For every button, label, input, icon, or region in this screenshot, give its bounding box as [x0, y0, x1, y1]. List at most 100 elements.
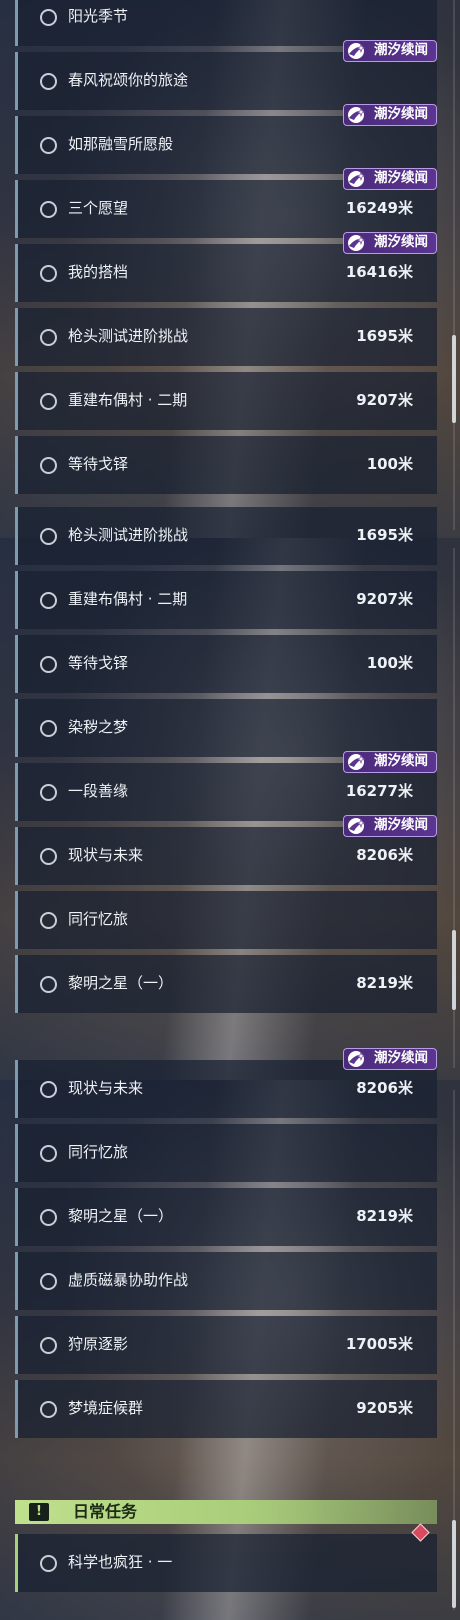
quest-distance: 16416米 [345, 263, 413, 281]
quest-name: 现状与未来 [68, 846, 144, 864]
tidal-sparkle-icon [348, 754, 366, 770]
quest-row[interactable]: 枪头测试进阶挑战 1695米 [15, 308, 437, 366]
quest-row[interactable]: 狩原逐影 17005米 [15, 1316, 437, 1374]
quest-row[interactable]: 同行忆旅 [15, 891, 437, 949]
quest-row[interactable]: 我的搭档 16416米 潮汐续闻 [15, 232, 437, 302]
badge-label: 潮汐续闻 [374, 1050, 428, 1066]
status-circle-icon [40, 976, 57, 993]
tidal-sparkle-icon [348, 171, 366, 187]
quest-distance: 8206米 [356, 846, 413, 864]
quest-row[interactable]: 现状与未来 8206米 潮汐续闻 [15, 1048, 437, 1118]
quest-row[interactable]: 梦境症候群 9205米 [15, 1380, 437, 1438]
tidal-event-badge: 潮汐续闻 [343, 1048, 437, 1070]
badge-label: 潮汐续闻 [374, 106, 428, 122]
quest-row[interactable]: 等待戈铎 100米 [15, 436, 437, 494]
quest-distance: 16277米 [345, 782, 413, 800]
quest-row[interactable]: 一段善缘 16277米 潮汐续闻 [15, 751, 437, 821]
row-accent-bar [15, 0, 18, 46]
row-accent-bar [15, 507, 18, 565]
scrollbar-thumb[interactable] [452, 930, 456, 1010]
tidal-event-badge: 潮汐续闻 [343, 104, 437, 126]
exclamation-icon: ! [29, 1503, 49, 1521]
status-circle-icon [40, 265, 57, 282]
quest-name: 黎明之星（一） [68, 1207, 174, 1225]
status-circle-icon [40, 848, 57, 865]
status-circle-icon [40, 137, 57, 154]
status-circle-icon [40, 656, 57, 673]
badge-label: 潮汐续闻 [374, 234, 428, 250]
quest-row[interactable]: 等待戈铎 100米 [15, 635, 437, 693]
row-accent-bar [15, 955, 18, 1013]
status-circle-icon [40, 720, 57, 737]
scrollbar-track[interactable] [453, 0, 455, 530]
quest-name: 重建布偶村 · 二期 [68, 590, 188, 608]
status-circle-icon [40, 1081, 57, 1098]
status-circle-icon [40, 784, 57, 801]
quest-row[interactable]: 同行忆旅 [15, 1124, 437, 1182]
quest-distance: 1695米 [356, 327, 413, 345]
quest-distance: 100米 [366, 455, 413, 473]
scrollbar-thumb[interactable] [452, 335, 456, 423]
quest-distance: 100米 [366, 654, 413, 672]
quest-row[interactable]: 枪头测试进阶挑战 1695米 [15, 507, 437, 565]
row-accent-bar [15, 1252, 18, 1310]
quest-distance: 9205米 [356, 1399, 413, 1417]
quest-distance: 16249米 [345, 199, 413, 217]
tidal-sparkle-icon [348, 235, 366, 251]
quest-row[interactable]: 重建布偶村 · 二期 9207米 [15, 372, 437, 430]
quest-row[interactable]: 如那融雪所愿般 潮汐续闻 [15, 104, 437, 174]
scrollbar-thumb[interactable] [452, 1520, 456, 1608]
status-circle-icon [40, 73, 57, 90]
status-circle-icon [40, 1273, 57, 1290]
row-accent-bar [15, 891, 18, 949]
quest-row[interactable]: 春风祝颂你的旅途 潮汐续闻 [15, 40, 437, 110]
quest-name: 枪头测试进阶挑战 [68, 327, 189, 345]
quest-name: 等待戈铎 [68, 455, 129, 473]
quest-row[interactable]: 虚质磁暴协助作战 [15, 1252, 437, 1310]
tidal-sparkle-icon [348, 43, 366, 59]
row-accent-bar [15, 827, 18, 885]
quest-name: 一段善缘 [68, 782, 129, 800]
quest-row[interactable]: 重建布偶村 · 二期 9207米 [15, 571, 437, 629]
badge-label: 潮汐续闻 [374, 753, 428, 769]
quest-row[interactable]: 黎明之星（一） 8219米 [15, 955, 437, 1013]
status-circle-icon [40, 329, 57, 346]
quest-name: 同行忆旅 [68, 1143, 129, 1161]
quest-row[interactable]: 染秽之梦 [15, 699, 437, 757]
status-circle-icon [40, 528, 57, 545]
quest-row[interactable]: 黎明之星（一） 8219米 [15, 1188, 437, 1246]
quest-distance: 9207米 [356, 590, 413, 608]
row-accent-bar [15, 1060, 18, 1118]
tidal-event-badge: 潮汐续闻 [343, 168, 437, 190]
status-circle-icon [40, 592, 57, 609]
quest-distance: 8206米 [356, 1079, 413, 1097]
quest-row[interactable]: 三个愿望 16249米 潮汐续闻 [15, 168, 437, 238]
row-accent-bar [15, 1124, 18, 1182]
tidal-sparkle-icon [348, 107, 366, 123]
row-accent-bar [15, 1380, 18, 1438]
row-accent-bar [15, 308, 18, 366]
quest-name: 现状与未来 [68, 1079, 144, 1097]
quest-name: 黎明之星（一） [68, 974, 174, 992]
quest-name: 春风祝颂你的旅途 [68, 71, 189, 89]
quest-name: 三个愿望 [68, 199, 129, 217]
daily-quest-row[interactable]: 科学也疯狂 · 一 [15, 1523, 437, 1592]
row-accent-bar [15, 571, 18, 629]
status-circle-icon [40, 393, 57, 410]
badge-label: 潮汐续闻 [374, 170, 428, 186]
status-circle-icon [40, 457, 57, 474]
quest-distance: 8219米 [356, 1207, 413, 1225]
row-accent-bar [15, 372, 18, 430]
row-accent-bar [15, 180, 18, 238]
quest-row[interactable]: 现状与未来 8206米 潮汐续闻 [15, 815, 437, 885]
row-accent-bar [15, 699, 18, 757]
status-circle-icon [40, 912, 57, 929]
row-accent-bar [15, 116, 18, 174]
status-circle-icon [40, 9, 57, 26]
daily-quest-header[interactable]: ! 日常任务 [15, 1500, 437, 1524]
quest-distance: 17005米 [345, 1335, 413, 1353]
quest-name: 等待戈铎 [68, 654, 129, 672]
row-accent-bar [15, 244, 18, 302]
badge-label: 潮汐续闻 [374, 817, 428, 833]
tidal-event-badge: 潮汐续闻 [343, 815, 437, 837]
